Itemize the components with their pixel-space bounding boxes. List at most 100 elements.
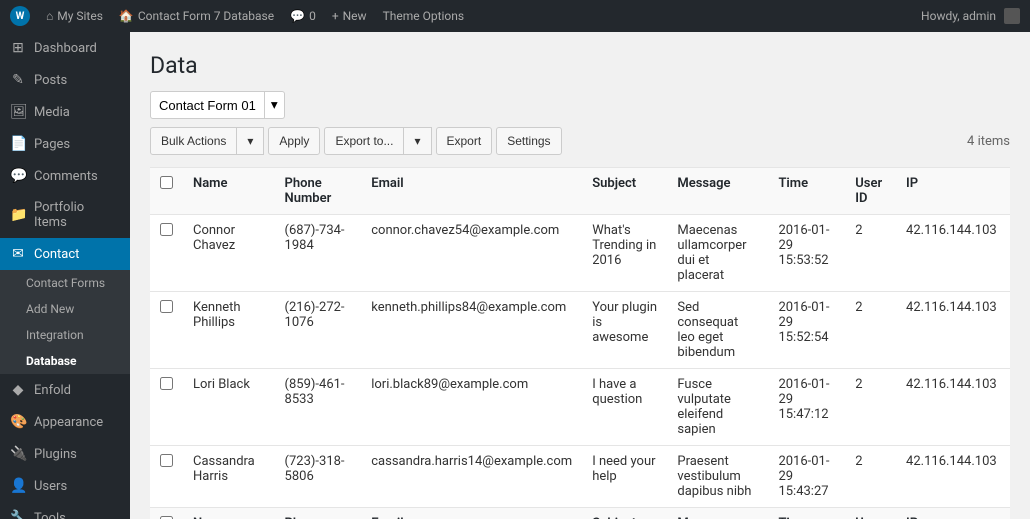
bulk-actions-group: Bulk Actions ▾	[150, 127, 264, 155]
export-to-group: Export to... ▾	[324, 127, 431, 155]
cell-subject: I have a question	[582, 369, 667, 446]
main-layout: ⊞ Dashboard ✎ Posts 🖼 Media 📄 Pages 💬 Co…	[0, 32, 1030, 519]
select-all-checkbox[interactable]	[160, 176, 173, 189]
mysites-icon: ⌂	[46, 9, 53, 23]
export-to-button[interactable]: Export to...	[324, 127, 404, 155]
media-icon: 🖼	[10, 104, 26, 120]
cell-name: Lori Black	[183, 369, 275, 446]
sidebar-item-media[interactable]: 🖼 Media	[0, 96, 130, 128]
dashboard-icon: ⊞	[10, 40, 26, 56]
header-checkbox-cell	[150, 168, 183, 215]
portfolio-icon: 📁	[10, 207, 26, 223]
cell-message: Praesent vestibulum dapibus nibh	[667, 446, 768, 508]
cell-name: Cassandra Harris	[183, 446, 275, 508]
row-checkbox-2[interactable]	[160, 377, 173, 390]
sidebar-item-portfolio[interactable]: 📁 Portfolio Items	[0, 192, 130, 238]
row-checkbox-3[interactable]	[160, 454, 173, 467]
pages-icon: 📄	[10, 136, 26, 152]
table-row: Lori Black (859)-461-8533 lori.black89@e…	[150, 369, 1010, 446]
row-checkbox-0[interactable]	[160, 223, 173, 236]
sidebar-item-tools[interactable]: 🔧 Tools	[0, 502, 130, 519]
site-icon: 🏠	[119, 9, 134, 23]
sidebar-item-integration[interactable]: Integration	[0, 322, 130, 348]
table-row: Cassandra Harris (723)-318-5806 cassandr…	[150, 446, 1010, 508]
footer-message: Message	[667, 508, 768, 519]
top-toolbar: Bulk Actions ▾ Apply Export to... ▾ Expo…	[150, 127, 1010, 155]
cell-subject: Your plugin is awesome	[582, 292, 667, 369]
cell-email: lori.black89@example.com	[361, 369, 582, 446]
sidebar-item-comments[interactable]: 💬 Comments	[0, 160, 130, 192]
sidebar-item-contact[interactable]: ✉ Contact	[0, 238, 130, 270]
cell-ip: 42.116.144.103	[896, 446, 1010, 508]
form-select-button[interactable]: Contact Form 01	[150, 91, 265, 119]
cell-ip: 42.116.144.103	[896, 215, 1010, 292]
sidebar-item-users[interactable]: 👤 Users	[0, 470, 130, 502]
cell-ip: 42.116.144.103	[896, 292, 1010, 369]
page-title: Data	[150, 52, 1010, 79]
wp-logo[interactable]: W	[10, 6, 30, 26]
plugins-icon: 🔌	[10, 446, 26, 462]
cell-message: Fusce vulputate eleifend sapien	[667, 369, 768, 446]
admin-bar-new[interactable]: + New	[332, 9, 367, 23]
cell-time: 2016-01-29 15:53:52	[768, 215, 845, 292]
export-button[interactable]: Export	[436, 127, 493, 155]
items-count-top: 4 items	[967, 134, 1010, 149]
footer-subject: Subject	[582, 508, 667, 519]
content-area: Data Contact Form 01 ▾ Bulk Actions ▾ Ap…	[130, 32, 1030, 519]
sidebar-item-appearance[interactable]: 🎨 Appearance	[0, 406, 130, 438]
row-checkbox-cell	[150, 369, 183, 446]
cell-userid: 2	[845, 369, 896, 446]
cell-userid: 2	[845, 215, 896, 292]
cell-subject: I need your help	[582, 446, 667, 508]
cell-time: 2016-01-29 15:52:54	[768, 292, 845, 369]
header-userid: User ID	[845, 168, 896, 215]
chevron-down-icon: ▾	[271, 97, 278, 113]
bulk-actions-button[interactable]: Bulk Actions	[150, 127, 237, 155]
sidebar-item-dashboard[interactable]: ⊞ Dashboard	[0, 32, 130, 64]
cell-name: Kenneth Phillips	[183, 292, 275, 369]
avatar[interactable]	[1004, 8, 1020, 24]
cell-phone: (723)-318-5806	[275, 446, 362, 508]
table-body: Connor Chavez (687)-734-1984 connor.chav…	[150, 215, 1010, 508]
row-checkbox-1[interactable]	[160, 300, 173, 313]
apply-button-top[interactable]: Apply	[268, 127, 320, 155]
sidebar-item-enfold[interactable]: ◆ Enfold	[0, 374, 130, 406]
cell-time: 2016-01-29 15:43:27	[768, 446, 845, 508]
header-name: Name	[183, 168, 275, 215]
settings-button[interactable]: Settings	[496, 127, 561, 155]
cell-name: Connor Chavez	[183, 215, 275, 292]
cell-email: kenneth.phillips84@example.com	[361, 292, 582, 369]
cell-message: Sed consequat leo eget bibendum	[667, 292, 768, 369]
users-icon: 👤	[10, 478, 26, 494]
cell-userid: 2	[845, 292, 896, 369]
cell-ip: 42.116.144.103	[896, 369, 1010, 446]
bulk-actions-arrow[interactable]: ▾	[237, 127, 264, 155]
footer-userid: User ID	[845, 508, 896, 519]
sidebar-item-add-new[interactable]: Add New	[0, 296, 130, 322]
table-row: Connor Chavez (687)-734-1984 connor.chav…	[150, 215, 1010, 292]
sidebar-item-database[interactable]: Database	[0, 348, 130, 374]
admin-bar-mysites[interactable]: ⌂ My Sites	[46, 9, 103, 23]
admin-bar-theme-options[interactable]: Theme Options	[383, 9, 465, 23]
sidebar-item-plugins[interactable]: 🔌 Plugins	[0, 438, 130, 470]
cell-phone: (216)-272-1076	[275, 292, 362, 369]
sidebar: ⊞ Dashboard ✎ Posts 🖼 Media 📄 Pages 💬 Co…	[0, 32, 130, 519]
admin-bar-site[interactable]: 🏠 Contact Form 7 Database	[119, 9, 274, 23]
sidebar-item-posts[interactable]: ✎ Posts	[0, 64, 130, 96]
header-message: Message	[667, 168, 768, 215]
sidebar-item-pages[interactable]: 📄 Pages	[0, 128, 130, 160]
sidebar-item-contact-forms[interactable]: Contact Forms	[0, 270, 130, 296]
table-header-row: Name Phone Number Email Subject Message …	[150, 168, 1010, 215]
export-to-arrow[interactable]: ▾	[404, 127, 431, 155]
cell-subject: What's Trending in 2016	[582, 215, 667, 292]
admin-bar-comments[interactable]: 💬 0	[290, 9, 316, 23]
header-email: Email	[361, 168, 582, 215]
cell-phone: (859)-461-8533	[275, 369, 362, 446]
admin-bar: W ⌂ My Sites 🏠 Contact Form 7 Database 💬…	[0, 0, 1030, 32]
enfold-icon: ◆	[10, 382, 26, 398]
data-table: Name Phone Number Email Subject Message …	[150, 167, 1010, 519]
contact-submenu: Contact Forms Add New Integration Databa…	[0, 270, 130, 374]
form-select-arrow[interactable]: ▾	[265, 91, 285, 119]
footer-ip: IP	[896, 508, 1010, 519]
footer-checkbox-cell	[150, 508, 183, 519]
